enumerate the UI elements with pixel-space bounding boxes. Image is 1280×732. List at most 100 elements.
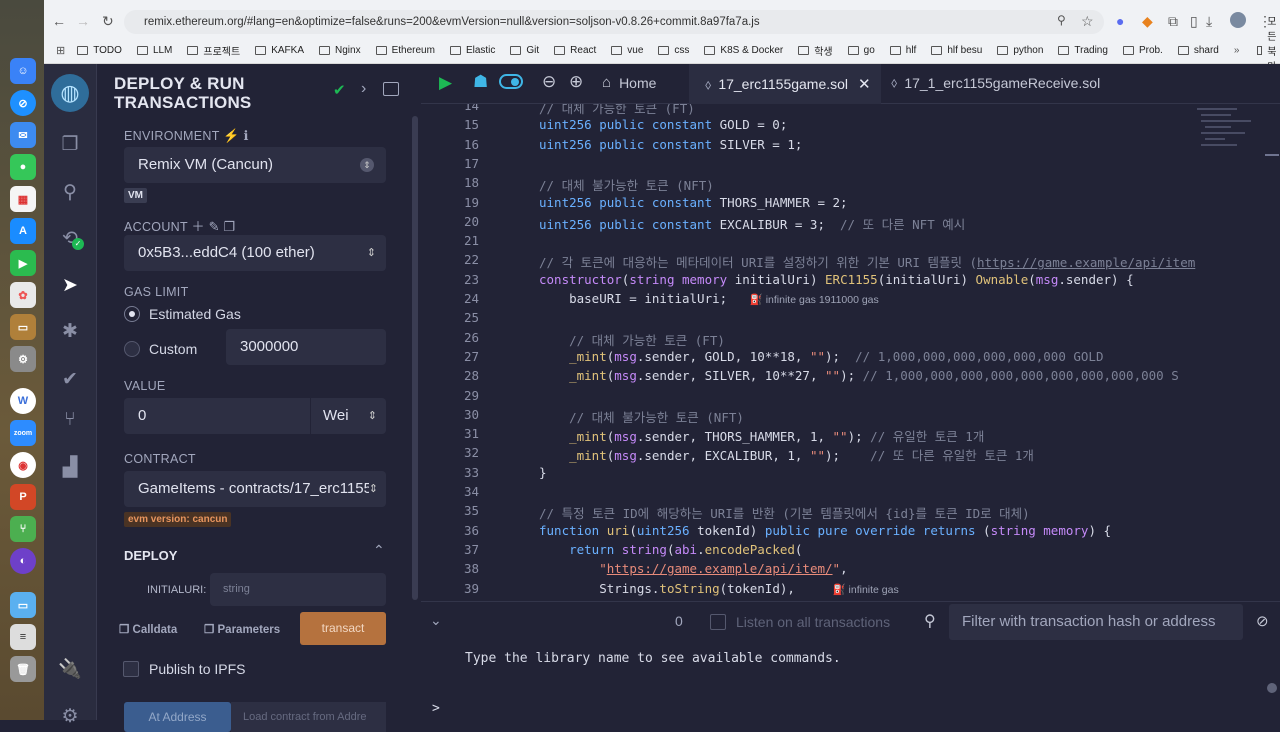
initialuri-input[interactable]: string: [210, 573, 386, 606]
download-icon[interactable]: ⤓: [1206, 13, 1212, 30]
checkbox[interactable]: [123, 661, 139, 677]
collapse-terminal-icon[interactable]: ⌄: [430, 612, 442, 629]
at-address-button[interactable]: At Address: [124, 702, 231, 732]
sourcetree-icon[interactable]: ⑂: [10, 516, 36, 542]
contract-select[interactable]: GameItems - contracts/17_erc1155 ⇕: [124, 471, 386, 507]
estimated-gas-option[interactable]: Estimated Gas: [124, 306, 241, 322]
value-input[interactable]: 0: [124, 398, 310, 434]
messages-icon[interactable]: ●: [10, 154, 36, 180]
clear-console-icon[interactable]: ⊘: [1256, 612, 1269, 630]
load-contract-input[interactable]: Load contract from Addre: [231, 702, 386, 732]
run-icon[interactable]: ▶: [439, 73, 452, 93]
solidity-compiler-icon[interactable]: ⟲ ✓: [58, 226, 84, 250]
code-line[interactable]: _mint(msg.sender, THORS_HAMMER, 1, ""); …: [539, 426, 984, 445]
zoom-lens-icon[interactable]: ⚲: [1057, 13, 1066, 27]
bookmark-item[interactable]: Git: [510, 43, 539, 58]
custom-gas-option[interactable]: Custom: [124, 341, 197, 357]
chrome-icon[interactable]: ◉: [10, 452, 36, 478]
tab-erc1155game[interactable]: ⬨ 17_erc1155game.sol ✕: [689, 64, 881, 104]
code-line[interactable]: // 각 토큰에 대응하는 메타데이터 URI를 설정하기 위한 기본 URI …: [539, 252, 1195, 271]
code-line[interactable]: baseURI = initialUri; ⛽ infinite gas 191…: [539, 291, 879, 306]
zoom-in-icon[interactable]: ⊕: [569, 72, 583, 92]
terminal-output[interactable]: Type the library name to see available c…: [421, 641, 1280, 720]
plugin-manager-icon[interactable]: 🔌: [58, 657, 82, 681]
bookmark-item[interactable]: Nginx: [319, 43, 361, 58]
webex-icon[interactable]: W: [10, 388, 36, 414]
metamask-icon[interactable]: ◆: [1142, 13, 1153, 30]
code-line[interactable]: Strings.toString(tokenId), ⛽ infinite ga…: [539, 581, 899, 596]
bookmark-item[interactable]: LLM: [136, 43, 172, 58]
forward-icon[interactable]: →: [76, 13, 90, 29]
settings-icon[interactable]: ⚙: [10, 346, 36, 372]
debugger-icon[interactable]: ✱: [58, 319, 82, 343]
publish-ipfs-checkbox[interactable]: Publish to IPFS: [123, 661, 246, 677]
folder-icon[interactable]: ▭: [10, 314, 36, 340]
finder-icon[interactable]: ☺: [10, 58, 36, 84]
code-line[interactable]: uint256 public constant THORS_HAMMER = 2…: [539, 195, 848, 210]
code-line[interactable]: }: [539, 465, 547, 480]
settings-icon[interactable]: ⚙: [58, 704, 82, 728]
bookmark-item[interactable]: Prob.: [1122, 43, 1163, 58]
value-unit-select[interactable]: Wei ⇕: [311, 398, 386, 434]
copy-icon[interactable]: ❐: [224, 219, 236, 234]
bookmarks-overflow[interactable]: »: [1234, 45, 1240, 56]
code-line[interactable]: "https://game.example/api/item/",: [539, 561, 847, 576]
code-line[interactable]: // 대체 불가능한 토큰 (NFT): [539, 407, 744, 426]
chevron-up-icon[interactable]: ⌃: [373, 542, 385, 559]
bookmark-item[interactable]: Trading: [1058, 43, 1108, 58]
calldata-button[interactable]: ❐ Calldata: [119, 622, 177, 636]
photos-icon[interactable]: ✿: [10, 282, 36, 308]
code-line[interactable]: // 대체 불가능한 토큰 (NFT): [539, 175, 714, 194]
safari-icon[interactable]: ⊘: [10, 90, 36, 116]
toggle-icon[interactable]: [499, 74, 523, 89]
tx-filter-input[interactable]: Filter with transaction hash or address: [949, 604, 1243, 640]
trash-icon[interactable]: 🗑: [10, 656, 36, 682]
mail-icon[interactable]: ✉: [10, 122, 36, 148]
bookmark-item[interactable]: go: [847, 43, 875, 58]
zoom-icon[interactable]: zoom: [10, 420, 36, 446]
bookmark-item[interactable]: React: [554, 43, 596, 58]
bookmark-item[interactable]: vue: [611, 43, 643, 58]
zoom-out-icon[interactable]: ⊖: [542, 72, 556, 92]
preview-icon[interactable]: ≡: [10, 624, 36, 650]
file-explorer-icon[interactable]: ❐: [58, 132, 82, 156]
environment-select[interactable]: Remix VM (Cancun) ⇕: [124, 147, 386, 183]
extension-1-icon[interactable]: ●: [1116, 13, 1124, 29]
code-line[interactable]: uint256 public constant EXCALIBUR = 3; /…: [539, 214, 965, 233]
chevron-right-icon[interactable]: ›: [361, 80, 366, 98]
plugin-icon[interactable]: ▟: [58, 455, 82, 479]
tab-home[interactable]: ⌂ Home: [602, 74, 656, 91]
code-line[interactable]: function uri(uint256 tokenId) public pur…: [539, 523, 1111, 538]
code-line[interactable]: // 특정 토큰 ID에 해당하는 URI를 반환 (기본 템플릿에서 {id}…: [539, 503, 1030, 522]
ai-robot-icon[interactable]: ☗: [473, 72, 488, 92]
bookmark-item[interactable]: 학생: [798, 43, 833, 58]
deploy-run-icon[interactable]: ➤: [58, 273, 82, 297]
bookmark-item[interactable]: shard: [1177, 43, 1219, 58]
bookmark-item[interactable]: css: [658, 43, 689, 58]
bookmark-item[interactable]: 프로젝트: [187, 43, 240, 58]
radio-checked[interactable]: [124, 306, 140, 322]
account-select[interactable]: 0x5B3...eddC4 (100 ether) ⇕: [124, 235, 386, 271]
extensions-icon[interactable]: ⧉: [1168, 13, 1178, 30]
launchpad-icon[interactable]: ▦: [10, 186, 36, 212]
profile-avatar[interactable]: [1230, 12, 1246, 28]
tab-erc1155gameReceive[interactable]: ⬨ 17_1_erc1155gameReceive.sol: [891, 74, 1100, 91]
code-line[interactable]: // 대체 가능한 토큰 (FT): [539, 330, 725, 349]
parameters-button[interactable]: ❐ Parameters: [204, 622, 280, 636]
bookmark-item[interactable]: hlf: [889, 43, 916, 58]
search-icon[interactable]: ⚲: [924, 611, 936, 631]
minimap[interactable]: [1193, 104, 1261, 204]
code-line[interactable]: return string(abi.encodePacked(: [539, 542, 802, 557]
reload-icon[interactable]: ↻: [102, 13, 114, 30]
github-icon[interactable]: ◐: [10, 548, 36, 574]
back-icon[interactable]: ←: [52, 13, 66, 29]
panel-scrollbar[interactable]: [412, 116, 418, 600]
code-editor[interactable]: 14 // 대체 가능한 토큰 (FT) 15 uint256 public cons…: [421, 104, 1280, 601]
git-icon[interactable]: ⑂: [58, 408, 82, 432]
downloads-folder-icon[interactable]: ▭: [10, 592, 36, 618]
info-icon[interactable]: ℹ: [244, 128, 249, 143]
sidebar-icon[interactable]: ▯: [1190, 13, 1198, 30]
scrollbar-thumb[interactable]: [1265, 154, 1279, 156]
listen-checkbox[interactable]: [710, 614, 726, 630]
code-line[interactable]: _mint(msg.sender, EXCALIBUR, 1, ""); // …: [539, 445, 1034, 464]
